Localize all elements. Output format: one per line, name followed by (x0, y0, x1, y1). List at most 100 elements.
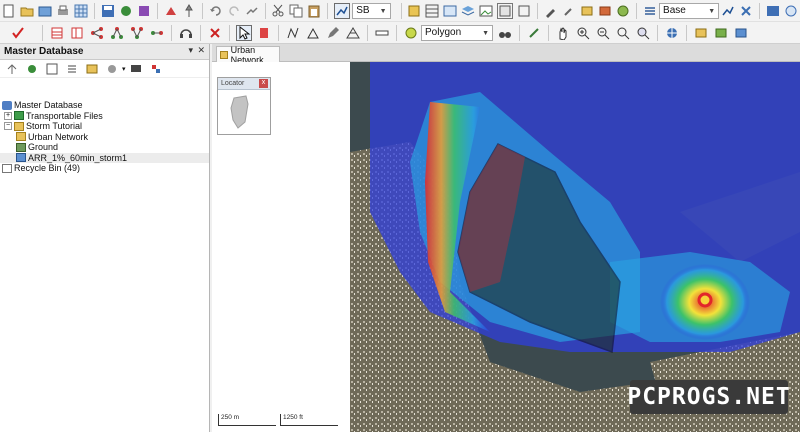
binoculars-icon[interactable] (497, 25, 513, 41)
pin-panel-icon[interactable]: ▾ (188, 45, 193, 56)
close-icon[interactable]: x (259, 79, 268, 88)
list-icon[interactable] (64, 61, 80, 77)
compare-icon[interactable] (766, 3, 780, 19)
scenario-combo-value: Base (663, 5, 686, 16)
geoplan-view[interactable]: Locator x 250 m 1250 ft (212, 62, 800, 432)
locator-title-bar: Locator x (218, 78, 270, 90)
tree-item-urban-network[interactable]: Urban Network (0, 132, 209, 143)
print-icon[interactable] (56, 3, 70, 19)
tree-item-transportable-files[interactable]: + Transportable Files (0, 111, 209, 122)
table-icon[interactable] (497, 2, 514, 19)
simulation-icon[interactable] (616, 3, 630, 19)
link-table-icon[interactable] (69, 25, 85, 41)
tree-icon[interactable] (148, 61, 164, 77)
copy-icon[interactable] (289, 3, 303, 19)
mesh-icon[interactable] (345, 25, 361, 41)
polygon-layer-icon[interactable] (403, 25, 419, 41)
redo-icon[interactable] (227, 3, 241, 19)
erase-icon[interactable] (256, 25, 272, 41)
tools-icon[interactable] (544, 3, 558, 19)
scale-bar-imperial: 1250 ft (280, 414, 338, 426)
expand-icon[interactable]: + (4, 111, 12, 120)
pan-hand-icon[interactable] (555, 25, 571, 41)
export-icon[interactable] (598, 3, 612, 19)
tree-item-storm-tutorial[interactable]: − Storm Tutorial (0, 121, 209, 132)
node-connect-icon[interactable] (89, 25, 105, 41)
run-icon[interactable] (164, 3, 178, 19)
layer-tool-icon[interactable] (693, 25, 709, 41)
tree-item-master-database[interactable]: Master Database (0, 100, 209, 111)
properties-icon[interactable] (407, 3, 421, 19)
branch-icon[interactable] (149, 25, 165, 41)
new-view-icon[interactable] (443, 3, 457, 19)
pin-icon[interactable] (182, 3, 196, 19)
query-tool-icon[interactable] (733, 25, 749, 41)
link-icon[interactable] (245, 3, 259, 19)
grid-icon[interactable] (74, 3, 88, 19)
scenario-add-icon[interactable] (721, 3, 735, 19)
zoom-extent-icon[interactable] (615, 25, 631, 41)
vertex-icon[interactable] (305, 25, 321, 41)
flood-hotspot-core (697, 292, 713, 308)
grid-view-icon[interactable] (425, 3, 439, 19)
globe-icon[interactable] (664, 25, 680, 41)
refresh-icon[interactable] (24, 61, 40, 77)
find-icon[interactable] (44, 61, 60, 77)
brush-icon[interactable] (526, 25, 542, 41)
zoom-out-icon[interactable] (595, 25, 611, 41)
merge-icon[interactable] (129, 25, 145, 41)
filter-icon[interactable] (84, 61, 100, 77)
update-icon[interactable] (137, 3, 151, 19)
scenario-delete-icon[interactable] (739, 3, 753, 19)
cut-icon[interactable] (271, 3, 285, 19)
tree-item-label: Recycle Bin (49) (14, 163, 81, 174)
polygon-type-combo[interactable]: Polygon ▼ (421, 24, 493, 41)
polyline-icon[interactable] (285, 25, 301, 41)
save-icon[interactable] (101, 3, 115, 19)
locator-shape (230, 95, 249, 129)
validate-checkmark-icon[interactable] (10, 25, 26, 41)
scenario-combo[interactable]: Base ▼ (659, 2, 720, 19)
scenario-icon[interactable] (643, 3, 657, 19)
node-table-icon[interactable] (49, 25, 65, 41)
help-icon[interactable] (784, 3, 798, 19)
collapse-icon[interactable]: − (4, 122, 12, 131)
locator-overview[interactable] (218, 90, 270, 134)
theme-tool-icon[interactable] (713, 25, 729, 41)
close-panel-icon[interactable]: ✕ (197, 45, 205, 56)
undo-icon[interactable] (209, 3, 223, 19)
paste-icon[interactable] (307, 3, 321, 19)
image-icon[interactable] (479, 3, 493, 19)
tab-urban-network[interactable]: Urban Network (216, 45, 280, 65)
flood-map[interactable] (350, 62, 800, 432)
tree-item-label: Storm Tutorial (26, 121, 83, 132)
split-link-icon[interactable] (109, 25, 125, 41)
delete-x-icon[interactable] (207, 25, 223, 41)
up-arrow-icon[interactable] (4, 61, 20, 77)
headphones-icon[interactable] (178, 25, 194, 41)
objects-icon[interactable] (104, 61, 120, 77)
locator-window[interactable]: Locator x (217, 77, 271, 135)
zoom-in-icon[interactable] (575, 25, 591, 41)
open-icon[interactable] (20, 3, 34, 19)
pencil-icon[interactable] (325, 25, 341, 41)
measure-icon[interactable] (374, 25, 390, 41)
tree-item-ground[interactable]: Ground (0, 142, 209, 153)
monitor-icon[interactable] (128, 61, 144, 77)
network-combo[interactable]: SB ▼ (352, 2, 391, 19)
network-selector-icon[interactable] (334, 2, 351, 19)
commit-icon[interactable] (119, 3, 133, 19)
tree-item-rainfall-event[interactable]: ARR_1%_60min_storm1 (0, 152, 209, 163)
objects-dropdown-icon[interactable]: ▾ (122, 65, 126, 73)
select-pointer-icon[interactable] (236, 24, 252, 41)
layers-icon[interactable] (461, 3, 475, 19)
open-network-icon[interactable] (38, 3, 52, 19)
wrench-icon[interactable] (562, 3, 576, 19)
frame-icon[interactable] (517, 3, 531, 19)
folder-icon (14, 121, 24, 131)
zoom-previous-icon[interactable] (635, 25, 651, 41)
ground-model-icon (16, 142, 26, 152)
new-icon[interactable] (2, 3, 16, 19)
import-icon[interactable] (580, 3, 594, 19)
tree-item-recycle-bin[interactable]: Recycle Bin (49) (0, 163, 209, 174)
